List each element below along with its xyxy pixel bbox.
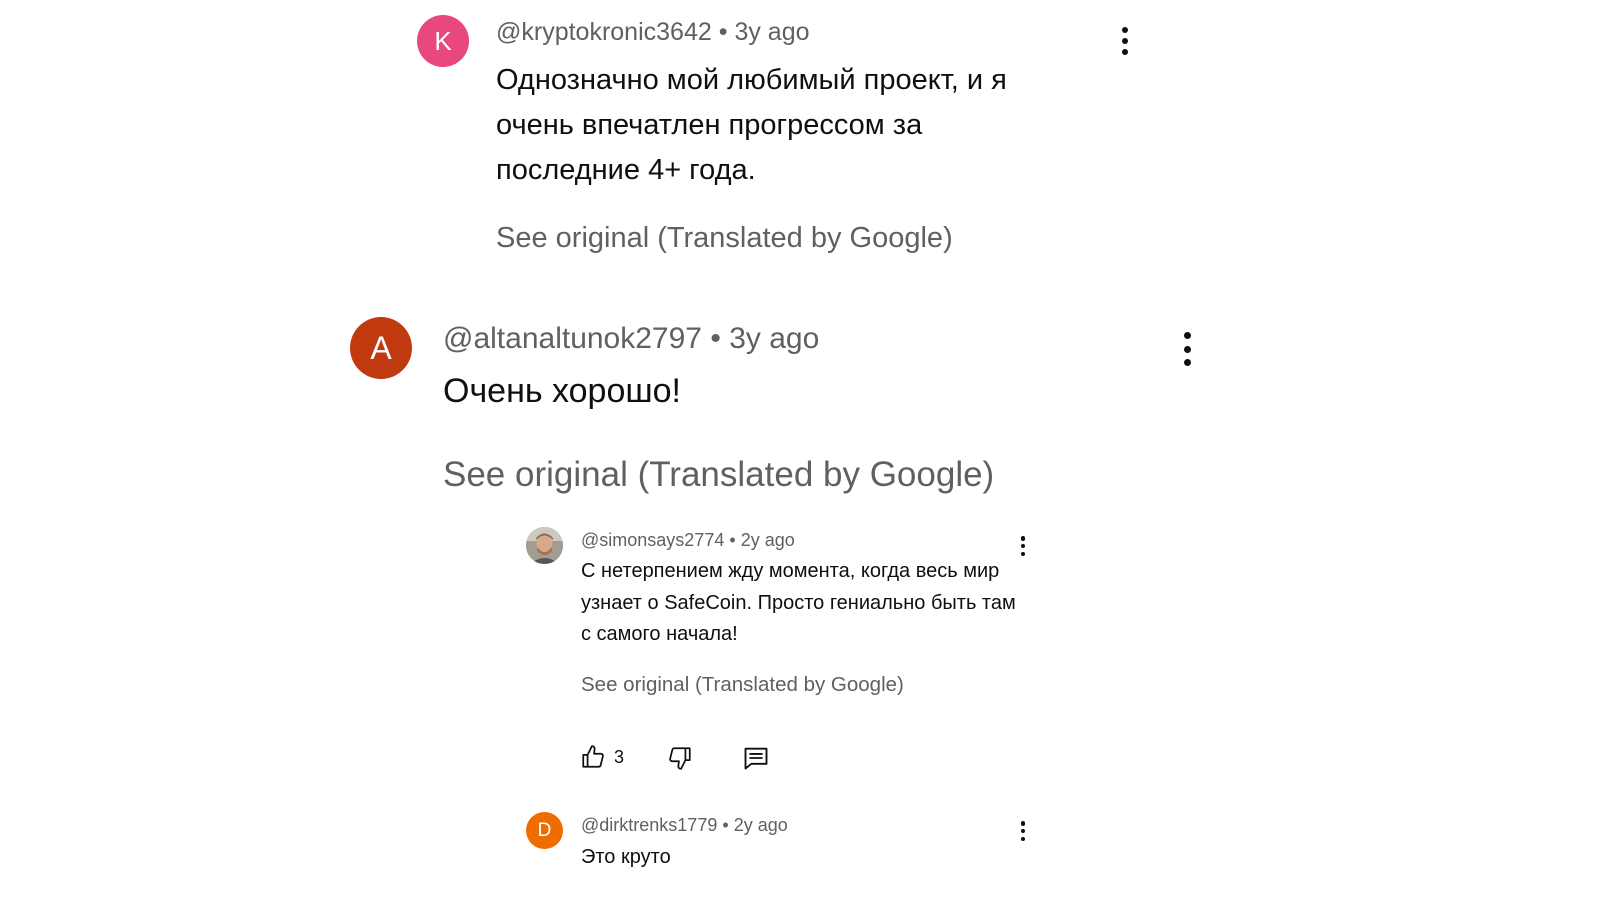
comment-time[interactable]: 3y ago — [729, 322, 819, 355]
avatar[interactable] — [526, 527, 563, 564]
comment-author[interactable]: @altanaltunok2797 — [443, 322, 702, 355]
more-vert-icon — [1020, 536, 1026, 556]
avatar-letter: D — [537, 819, 552, 841]
meta-separator: • — [729, 530, 736, 550]
meta-separator: • — [718, 18, 728, 46]
like-button[interactable]: 3 — [580, 744, 624, 770]
thumbs-up-icon — [582, 745, 604, 768]
thumbs-down-icon — [669, 747, 691, 770]
avatar-letter: A — [370, 329, 392, 366]
reply-button[interactable] — [742, 744, 770, 772]
comment-meta: @dirktrenks1779 • 2y ago — [581, 815, 788, 836]
comment-author[interactable]: @simonsays2774 — [581, 530, 724, 550]
comment-time[interactable]: 2y ago — [734, 815, 788, 835]
dislike-button[interactable] — [667, 745, 693, 771]
more-options-button[interactable] — [1016, 821, 1030, 841]
comment-meta: @kryptokronic3642 • 3y ago — [496, 18, 810, 47]
see-original-link[interactable]: See original (Translated by Google) — [581, 673, 904, 697]
like-count: 3 — [614, 746, 625, 767]
comment-meta: @altanaltunok2797 • 3y ago — [443, 322, 819, 356]
more-options-button[interactable] — [1177, 332, 1197, 366]
more-options-button[interactable] — [1016, 536, 1030, 556]
comment-icon — [744, 747, 768, 770]
more-vert-icon — [1020, 821, 1026, 841]
avatar[interactable]: D — [526, 812, 563, 849]
meta-separator: • — [722, 815, 729, 835]
comment-time[interactable]: 3y ago — [734, 18, 809, 46]
see-original-link[interactable]: See original (Translated by Google) — [496, 222, 953, 255]
comment-text: Однозначно мой любимый проект, и я очень… — [496, 64, 1007, 186]
comment-meta: @simonsays2774 • 2y ago — [581, 530, 795, 551]
comment-author[interactable]: @kryptokronic3642 — [496, 18, 712, 46]
avatar-photo — [526, 527, 563, 564]
see-original-link[interactable]: See original (Translated by Google) — [443, 455, 994, 495]
meta-separator: • — [710, 322, 721, 355]
more-vert-icon — [1183, 332, 1191, 366]
avatar-letter: K — [434, 25, 452, 56]
comment-text: Это круто — [581, 846, 671, 868]
comment-time[interactable]: 2y ago — [741, 530, 795, 550]
comment-text: С нетерпением жду момента, когда весь ми… — [581, 560, 1016, 645]
avatar[interactable]: K — [417, 15, 469, 67]
avatar[interactable]: A — [350, 317, 412, 379]
comment-text: Очень хорошо! — [443, 372, 681, 410]
more-vert-icon — [1122, 27, 1128, 55]
comment-author[interactable]: @dirktrenks1779 — [581, 815, 717, 835]
more-options-button[interactable] — [1116, 27, 1134, 55]
